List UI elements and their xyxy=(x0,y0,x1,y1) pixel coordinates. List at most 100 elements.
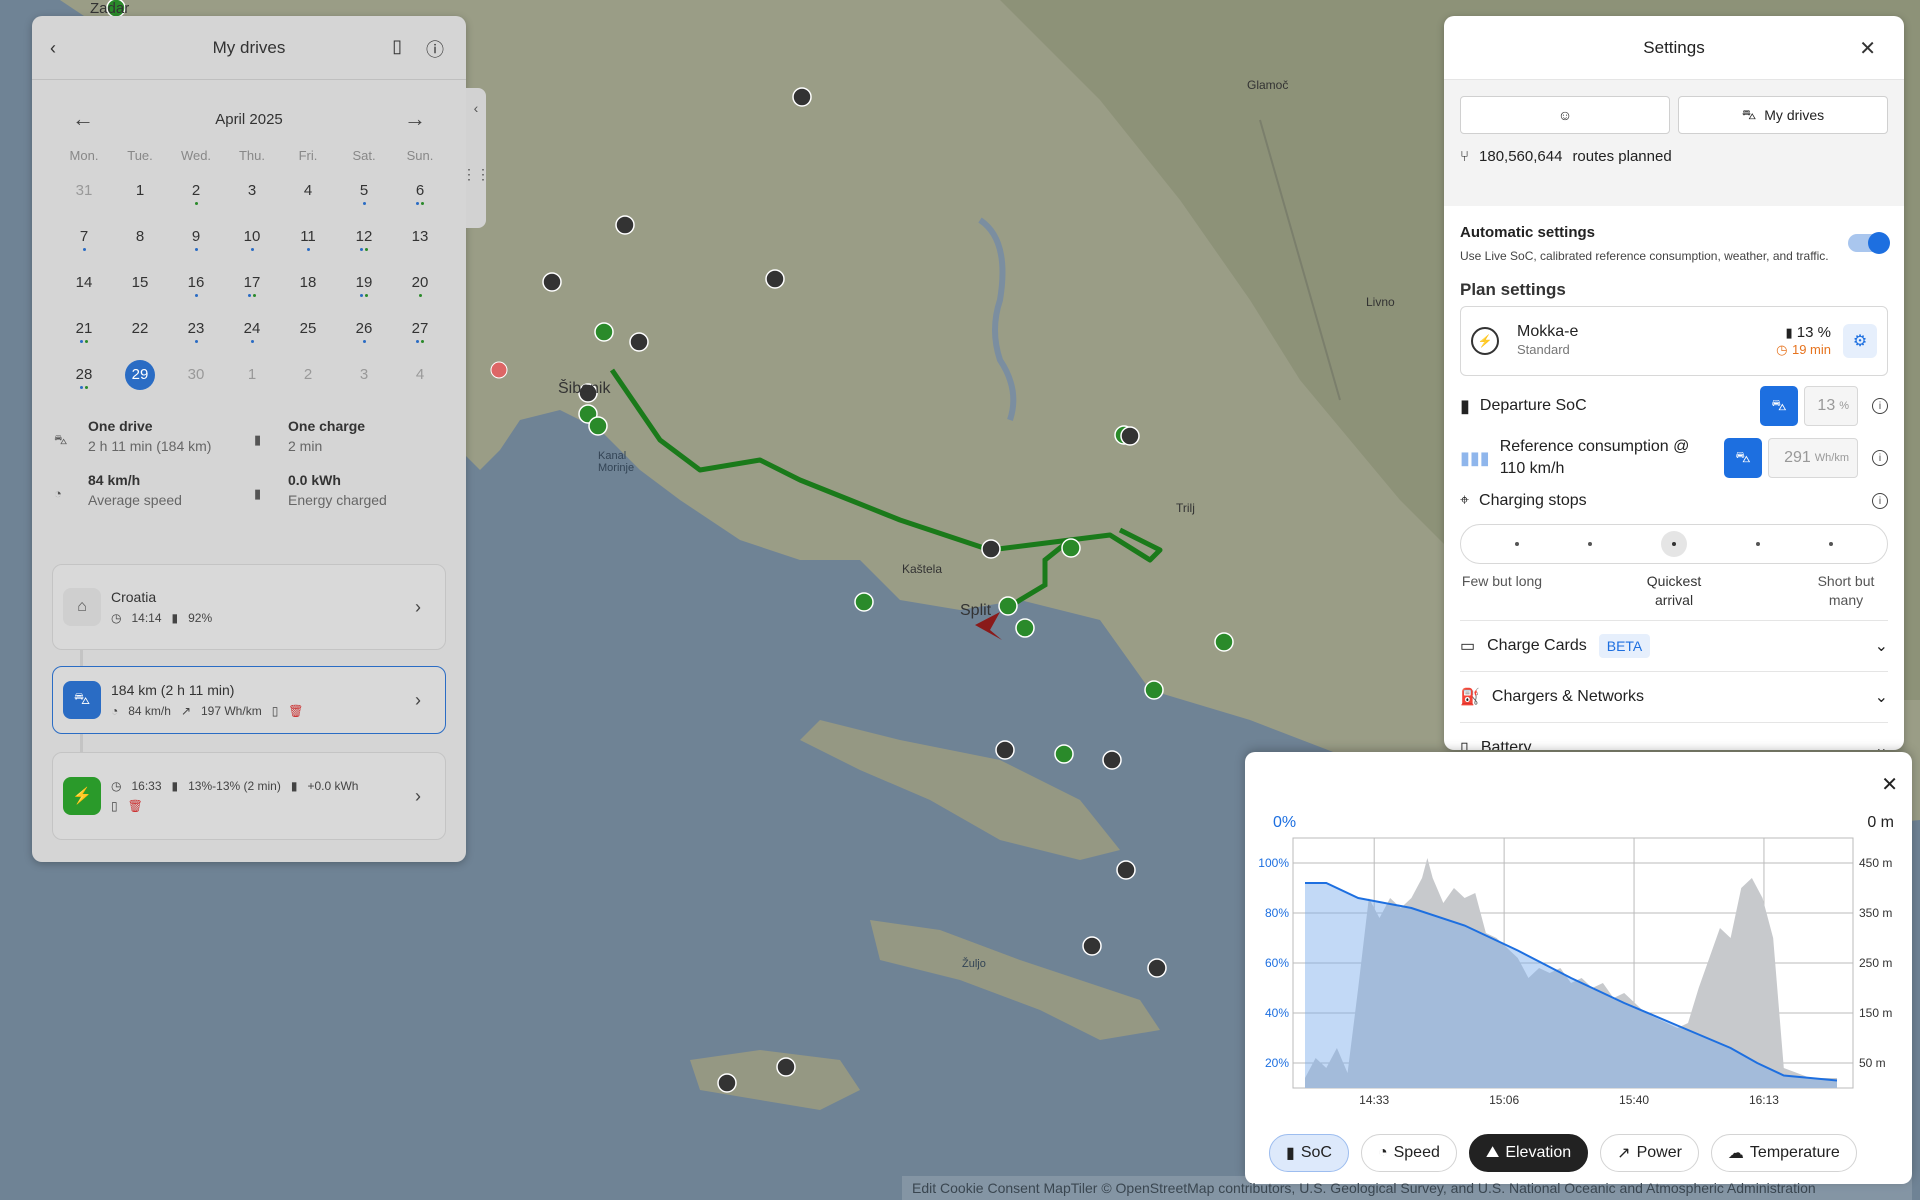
delete-icon[interactable]: 🗑 xyxy=(288,704,303,718)
drag-handle-icon[interactable]: ⋮⋮ xyxy=(462,166,490,183)
map-attribution[interactable]: Edit Cookie Consent MapTiler © OpenStree… xyxy=(902,1176,1912,1200)
close-icon[interactable]: ✕ xyxy=(1859,36,1876,61)
calendar-day[interactable]: 21 xyxy=(56,312,112,358)
drive-dot xyxy=(362,202,366,205)
gear-icon[interactable]: ⚙ xyxy=(1843,324,1877,358)
calendar-day[interactable]: 4 xyxy=(392,358,448,404)
vehicle-time: 19 min xyxy=(1791,341,1831,357)
calendar-day[interactable]: 30 xyxy=(168,358,224,404)
chevron-down-icon: ⌄ xyxy=(1874,740,1888,750)
calendar-day[interactable]: 1 xyxy=(224,358,280,404)
info-icon[interactable]: i xyxy=(1872,450,1888,466)
slider-thumb[interactable] xyxy=(1660,531,1687,557)
calendar-day[interactable]: 16 xyxy=(168,266,224,312)
automatic-settings-toggle[interactable] xyxy=(1848,232,1890,254)
calendar-day-number: 28 xyxy=(75,366,93,383)
origin-card[interactable]: ⌂ Croatia ◷ 14:14 ▮ 92% › xyxy=(52,564,446,650)
weekday-label: Tue. xyxy=(127,148,153,163)
calendar-day[interactable]: 26 xyxy=(336,312,392,358)
calendar-day[interactable]: 24 xyxy=(224,312,280,358)
export-document-icon[interactable]: ▯ xyxy=(272,704,279,718)
charging-stops-label: Charging stops xyxy=(1479,492,1587,509)
chevron-left-icon[interactable]: ‹ xyxy=(474,100,479,116)
soc-button[interactable]: ▮ SoC xyxy=(1269,1134,1349,1172)
panel-collapse-handle[interactable]: ‹ ⋮⋮ xyxy=(462,88,490,228)
close-icon[interactable]: ✕ xyxy=(1881,772,1898,797)
calendar-day[interactable]: 2 xyxy=(280,358,336,404)
calendar-day-number: 30 xyxy=(187,366,205,383)
calendar-day[interactable]: 23 xyxy=(168,312,224,358)
calendar-day[interactable]: 29 xyxy=(112,358,168,404)
drive-dot xyxy=(306,248,310,251)
chargers-networks-accordion[interactable]: ⛽ Chargers & Networks ⌄ xyxy=(1460,671,1888,722)
calendar-day[interactable]: 5 xyxy=(336,174,392,220)
calendar-day[interactable]: 4 xyxy=(280,174,336,220)
calendar-day[interactable]: 17 xyxy=(224,266,280,312)
calendar-day[interactable]: 28 xyxy=(56,358,112,404)
speed-button[interactable]: ◔ Speed xyxy=(1360,1134,1457,1172)
calendar-day[interactable]: 11 xyxy=(280,220,336,266)
battery-accordion[interactable]: ▯ Battery ⌄ xyxy=(1460,722,1888,750)
reference-consumption-input[interactable]: 291 Wh/km xyxy=(1768,438,1858,478)
calendar-day[interactable]: 1 xyxy=(112,174,168,220)
next-month-arrow-icon[interactable]: → xyxy=(404,106,426,132)
slider-stop[interactable] xyxy=(1828,542,1833,546)
departure-soc-input[interactable]: 13% xyxy=(1804,386,1858,426)
calendar-day[interactable]: 7 xyxy=(56,220,112,266)
slider-stop[interactable] xyxy=(1588,542,1593,546)
calendar-day[interactable]: 15 xyxy=(112,266,168,312)
calendar-day-number: 31 xyxy=(75,182,93,199)
calendar-day[interactable]: 13 xyxy=(392,220,448,266)
drive-card[interactable]: ⛍ 184 km (2 h 11 min) ◔ 84 km/h ↗ 197 Wh/km… xyxy=(52,666,446,734)
temperature-button[interactable]: ☁ Temperature xyxy=(1710,1134,1857,1172)
tab-my-drives[interactable]: ⛍ My drives xyxy=(1678,96,1888,134)
drive-dot xyxy=(421,202,424,205)
charging-stops-slider[interactable] xyxy=(1460,524,1888,564)
drive-dot xyxy=(85,340,88,343)
prev-month-arrow-icon[interactable]: ← xyxy=(72,106,94,132)
calendar-day[interactable]: 2 xyxy=(168,174,224,220)
info-icon[interactable]: ⓘ xyxy=(426,36,444,62)
power-button[interactable]: ↗ Power xyxy=(1600,1134,1699,1172)
slider-stop[interactable] xyxy=(1515,542,1520,546)
calendar-day-number: 27 xyxy=(411,320,429,337)
export-document-icon[interactable]: ▯ xyxy=(111,799,118,813)
back-icon[interactable]: ‹ xyxy=(50,38,56,59)
vehicle-card[interactable]: ⚡ Mokka-e Standard ▮ 13 % ◷ 19 min ⚙ xyxy=(1460,306,1888,376)
drive-dot xyxy=(248,294,251,297)
slider-stop[interactable] xyxy=(1755,542,1760,546)
info-icon[interactable]: i xyxy=(1872,398,1888,414)
car-icon[interactable]: ⛍ xyxy=(1760,386,1798,426)
calendar-day[interactable]: 3 xyxy=(336,358,392,404)
battery-label: Battery xyxy=(1480,739,1532,750)
calendar-day[interactable]: 31 xyxy=(56,174,112,220)
calendar-day[interactable]: 20 xyxy=(392,266,448,312)
calendar-header: ← April 2025 → xyxy=(32,106,466,132)
charge-card[interactable]: ⚡ ◷ 16:33 ▮ 13%-13% (2 min) ▮ +0.0 kWh ▯ 🗑 › xyxy=(52,752,446,840)
calendar-day[interactable]: 27 xyxy=(392,312,448,358)
y-right-tick-label: 350 m xyxy=(1859,906,1892,920)
calendar-day[interactable]: 22 xyxy=(112,312,168,358)
calendar-day[interactable]: 14 xyxy=(56,266,112,312)
export-document-icon[interactable]: ▯ xyxy=(392,36,402,57)
tab-my-drives-label: My drives xyxy=(1764,107,1825,123)
tab-profile[interactable]: ☺ xyxy=(1460,96,1670,134)
calendar-day[interactable]: 8 xyxy=(112,220,168,266)
calendar-day[interactable]: 6 xyxy=(392,174,448,220)
stat-drives-title: One drive xyxy=(88,418,153,434)
info-icon[interactable]: i xyxy=(1872,493,1888,509)
calendar-day[interactable]: 18 xyxy=(280,266,336,312)
delete-icon[interactable]: 🗑 xyxy=(128,799,143,813)
calendar-day[interactable]: 9 xyxy=(168,220,224,266)
car-icon[interactable]: ⛍ xyxy=(1724,438,1762,478)
calendar-day[interactable]: 19 xyxy=(336,266,392,312)
calendar-day[interactable]: 3 xyxy=(224,174,280,220)
calendar-day[interactable]: 10 xyxy=(224,220,280,266)
charge-cards-accordion[interactable]: ▭ Charge Cards BETA ⌄ xyxy=(1460,620,1888,671)
elevation-button[interactable]: ⛰ Elevation xyxy=(1468,1134,1589,1172)
route-chart[interactable]: 100% 80% 60% 40% 20% 450 m 350 m 250 m 150 m 50 m… xyxy=(1245,832,1912,1132)
calendar-day[interactable]: 12 xyxy=(336,220,392,266)
weekday-label: Sat. xyxy=(352,148,376,163)
calendar-day[interactable]: 25 xyxy=(280,312,336,358)
calendar-day-number: 18 xyxy=(299,274,317,291)
